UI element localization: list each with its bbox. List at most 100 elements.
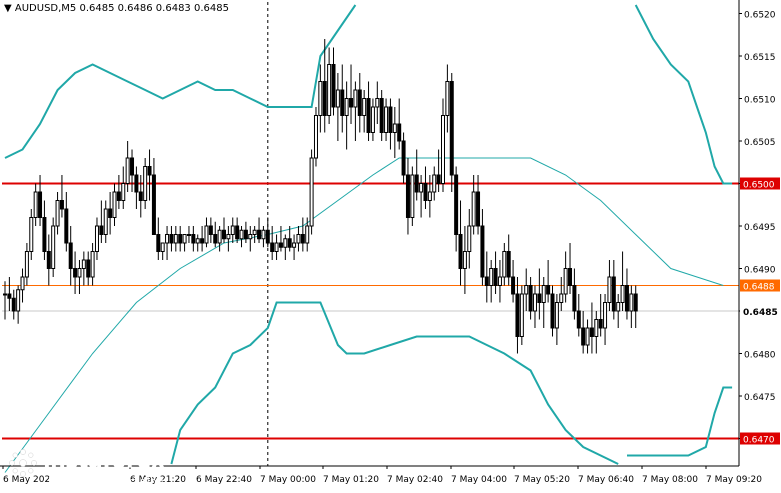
y-tick-label: 0.6475 <box>744 393 776 403</box>
candle-body <box>173 234 178 244</box>
candle-body <box>7 293 12 299</box>
candle-body <box>629 293 634 312</box>
candle-body <box>366 98 371 133</box>
candle-body <box>537 293 542 303</box>
candle-body <box>581 327 586 346</box>
x-tick-label: 6 May 22:40 <box>196 475 252 485</box>
candle-body <box>379 98 384 133</box>
level-label: 0.6488 <box>743 283 775 293</box>
candle-body <box>467 225 472 252</box>
candle-body <box>191 234 196 244</box>
candle-body <box>151 174 156 235</box>
candle <box>519 285 524 345</box>
candle-body <box>445 81 450 116</box>
candle-body <box>331 64 336 108</box>
candle-body <box>349 98 354 108</box>
candle-body <box>73 268 78 278</box>
candle-body <box>436 174 441 184</box>
candle-body <box>449 81 454 176</box>
logo-tagline: Instant Forex Trading <box>48 475 164 488</box>
candle-body <box>497 276 502 286</box>
chart-window[interactable]: 0.6520 0.6515 0.6510 0.6505 0.6495 0.6490 0.64… <box>0 0 781 489</box>
candle-body <box>414 174 419 193</box>
candle-body <box>370 106 375 133</box>
candle-body <box>68 242 73 269</box>
collapse-arrow-icon[interactable]: ▼ <box>4 3 12 14</box>
candle-body <box>90 251 95 278</box>
candle-body <box>94 225 99 252</box>
candle-body <box>559 293 564 303</box>
candle-body <box>515 293 520 337</box>
candle-body <box>138 191 143 201</box>
candle-body <box>274 242 279 252</box>
candle-body <box>493 268 498 286</box>
candle-body <box>427 191 432 201</box>
candle <box>449 73 454 192</box>
candle-body <box>86 259 91 278</box>
candle-body <box>257 229 262 240</box>
candle-body <box>384 106 389 133</box>
candle-body <box>489 268 494 286</box>
candle-body <box>362 98 367 116</box>
x-tick-label: 7 May 01:20 <box>323 475 379 485</box>
candle-body <box>130 157 135 176</box>
candle-body <box>585 327 590 346</box>
candle-body <box>208 225 213 235</box>
candle-body <box>77 268 82 278</box>
candle <box>410 166 415 226</box>
candle-body <box>278 242 283 248</box>
x-tick-label: 7 May 04:00 <box>451 475 507 485</box>
level-label: 0.6470 <box>743 436 775 446</box>
candle-body <box>506 251 511 278</box>
candle-body <box>318 81 323 116</box>
candle-body <box>484 276 489 286</box>
candle-body <box>248 234 253 240</box>
candle-body <box>441 115 445 184</box>
candle-body <box>616 302 621 312</box>
symbol-ohlc-text: AUDUSD,M5 0.6485 0.6486 0.6483 0.6485 <box>14 3 229 14</box>
candle-body <box>546 285 551 295</box>
candle-body <box>243 229 248 240</box>
candle-body <box>112 191 117 218</box>
candle-body <box>419 183 424 193</box>
candle-body <box>388 106 393 133</box>
candle-body <box>568 268 573 286</box>
candle-body <box>480 225 485 278</box>
candle-body <box>353 89 358 108</box>
candle-body <box>24 251 29 278</box>
candle-body <box>519 293 524 337</box>
candle-body <box>357 89 362 116</box>
candle-body <box>235 225 240 240</box>
candle-body <box>59 200 64 210</box>
candle-body <box>550 293 555 329</box>
x-tick-label: 7 May 06:40 <box>578 475 634 485</box>
candle-body <box>633 293 638 312</box>
candle-body <box>576 310 581 329</box>
candle-body <box>64 208 69 244</box>
candle-body <box>607 276 612 303</box>
candle-body <box>226 234 231 240</box>
y-tick-label: 0.6480 <box>744 351 776 361</box>
candle-body <box>335 89 340 108</box>
x-tick-label: 7 May 02:40 <box>387 475 443 485</box>
candle-body <box>156 234 161 252</box>
candle-body <box>532 293 537 312</box>
candle-body <box>563 268 568 295</box>
candle-body <box>252 229 257 235</box>
price-chart[interactable]: 0.6520 0.6515 0.6510 0.6505 0.6495 0.6490 0.64… <box>0 0 781 489</box>
symbol-header: ▼ AUDUSD,M5 0.6485 0.6486 0.6483 0.6485 <box>4 3 229 14</box>
candle-body <box>42 217 47 252</box>
candle-body <box>462 251 467 269</box>
candle-body <box>572 285 577 312</box>
candle-body <box>182 234 187 244</box>
candle-body <box>29 217 34 252</box>
logo-icon <box>8 449 43 477</box>
candle-body <box>33 191 38 218</box>
candle-body <box>458 234 463 269</box>
candle-body <box>11 297 16 312</box>
candle-body <box>322 81 327 116</box>
candle-body <box>454 174 459 235</box>
candle <box>313 107 318 167</box>
candle-body <box>116 191 121 201</box>
candle-body <box>283 238 288 248</box>
